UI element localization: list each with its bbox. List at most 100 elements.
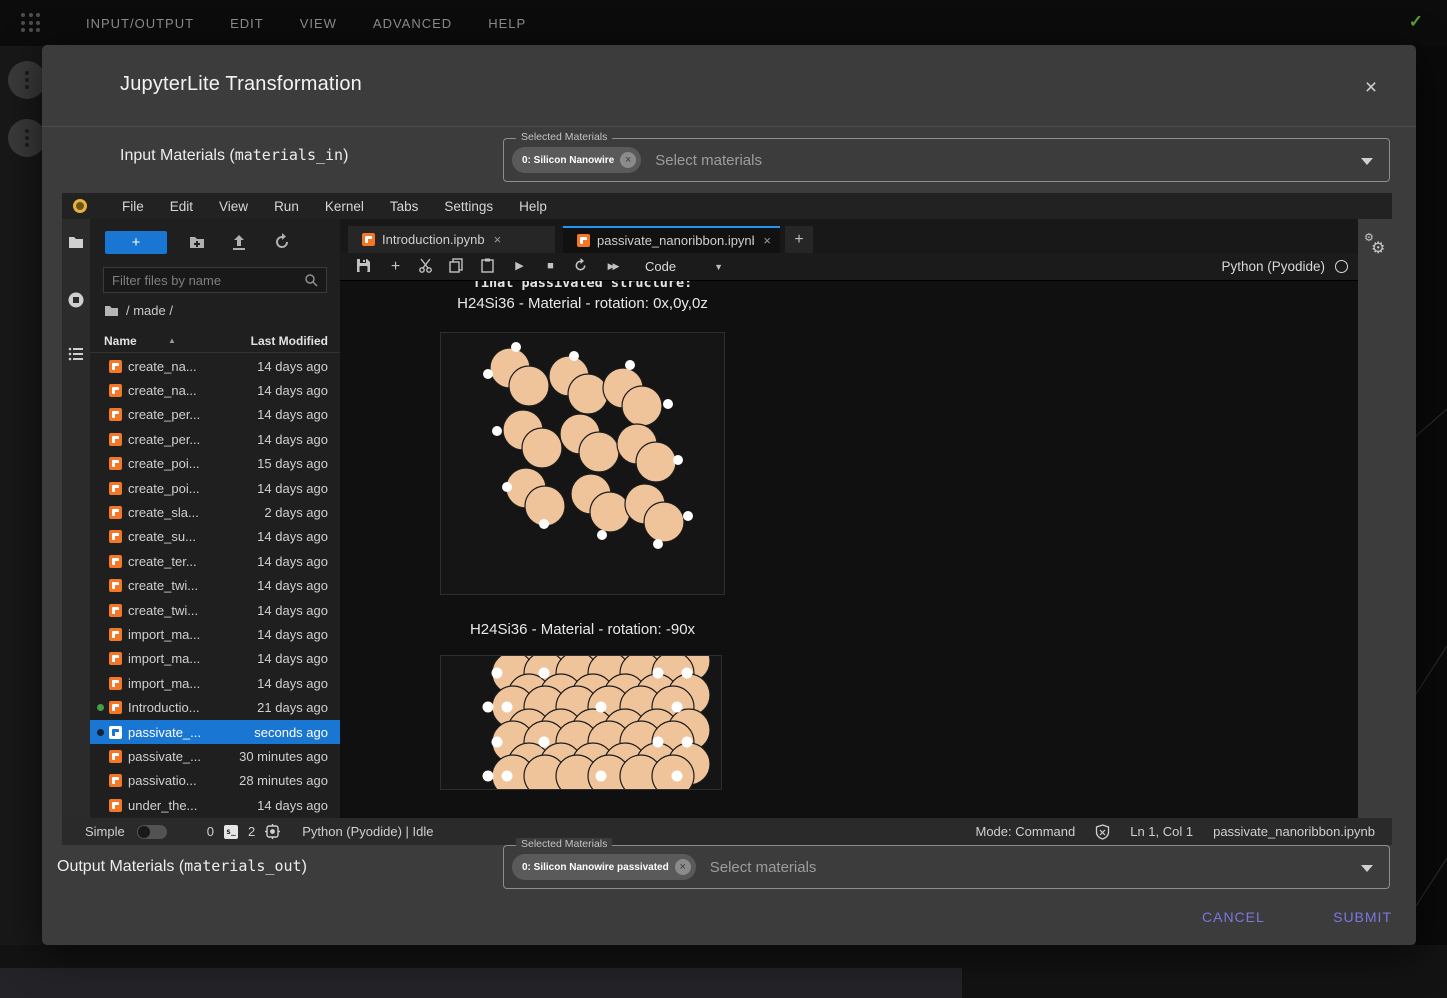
output-materials-select[interactable]: Selected Materials 0: Silicon Nanowire p…: [503, 845, 1390, 889]
column-name[interactable]: Name: [104, 334, 137, 348]
file-browser-icon[interactable]: [67, 233, 85, 251]
file-row[interactable]: create_per...14 days ago: [90, 427, 340, 451]
tab-close-icon[interactable]: ×: [494, 232, 502, 247]
stop-kernel-icon[interactable]: ■: [542, 258, 559, 275]
file-row[interactable]: import_ma...14 days ago: [90, 622, 340, 646]
notebook-pane: Introduction.ipynb× passivate_nanoribbon.…: [340, 219, 1358, 818]
jupyter-menu-item[interactable]: Settings: [431, 199, 506, 214]
new-tab-button[interactable]: +: [785, 226, 813, 253]
jupyter-menu-item[interactable]: View: [206, 199, 261, 214]
file-row[interactable]: create_twi...14 days ago: [90, 598, 340, 622]
file-row[interactable]: create_na...14 days ago: [90, 354, 340, 378]
notebook-file-icon: [109, 628, 122, 641]
file-modified: 14 days ago: [257, 578, 328, 593]
save-icon[interactable]: [356, 258, 373, 275]
file-row[interactable]: import_ma...14 days ago: [90, 671, 340, 695]
simple-mode-toggle[interactable]: [137, 825, 167, 839]
input-materials-select[interactable]: Selected Materials 0: Silicon Nanowire ×…: [503, 138, 1390, 182]
paste-cell-icon[interactable]: [480, 258, 497, 275]
file-dot: [97, 533, 104, 540]
kernel-name[interactable]: Python (Pyodide): [1221, 259, 1325, 274]
submit-button[interactable]: SUBMIT: [1323, 901, 1402, 933]
file-row[interactable]: under_the...14 days ago: [90, 793, 340, 817]
file-row[interactable]: create_sla...2 days ago: [90, 500, 340, 524]
file-dot: [97, 753, 104, 760]
file-modified: 14 days ago: [257, 798, 328, 813]
notebook-file-icon: [109, 579, 122, 592]
app-menu-item[interactable]: EDIT: [230, 16, 264, 31]
file-row[interactable]: passivatio...28 minutes ago: [90, 769, 340, 793]
notebook-tab[interactable]: Introduction.ipynb×: [348, 226, 555, 253]
file-row[interactable]: passivate_...seconds ago: [90, 720, 340, 744]
notebook-file-icon: [109, 726, 122, 739]
dropdown-caret-icon[interactable]: [1361, 158, 1373, 165]
file-row[interactable]: create_poi...14 days ago: [90, 476, 340, 500]
run-cell-icon[interactable]: ▶: [511, 258, 528, 275]
kernel-status-icon[interactable]: [1335, 260, 1348, 273]
filter-files-input[interactable]: Filter files by name: [103, 267, 327, 293]
file-row[interactable]: create_poi...15 days ago: [90, 452, 340, 476]
cell-type-select[interactable]: Code: [645, 259, 676, 274]
copy-cell-icon[interactable]: [449, 258, 466, 275]
dropdown-caret-icon[interactable]: [1361, 865, 1373, 872]
material-chip[interactable]: 0: Silicon Nanowire passivated ×: [512, 854, 696, 880]
cell-type-caret-icon[interactable]: ▼: [714, 262, 723, 272]
material-chip[interactable]: 0: Silicon Nanowire ×: [512, 147, 641, 173]
chip-remove-icon[interactable]: ×: [620, 152, 636, 168]
cancel-button[interactable]: CANCEL: [1192, 901, 1275, 933]
file-row[interactable]: import_ma...14 days ago: [90, 647, 340, 671]
jupyter-menu-item[interactable]: Kernel: [312, 199, 377, 214]
notebook-content[interactable]: final passivated structure: H24Si36 - Ma…: [340, 281, 1358, 818]
notebook-tab[interactable]: passivate_nanoribbon.ipynb×: [563, 226, 780, 253]
app-menu-item[interactable]: INPUT/OUTPUT: [86, 16, 194, 31]
background-3d-viewer-edge: [1416, 46, 1447, 998]
trust-shield-icon[interactable]: [1095, 824, 1110, 840]
jupyter-menu-item[interactable]: Tabs: [377, 199, 432, 214]
dialog-close-icon[interactable]: ×: [1358, 75, 1384, 101]
table-of-contents-icon[interactable]: [67, 345, 85, 363]
terminal-icon[interactable]: s_: [224, 825, 238, 839]
new-launcher-button[interactable]: +: [105, 231, 167, 254]
app-menu-item[interactable]: VIEW: [300, 16, 337, 31]
upload-icon[interactable]: [230, 233, 248, 251]
cursor-position[interactable]: Ln 1, Col 1: [1130, 824, 1193, 839]
file-name: import_ma...: [128, 676, 200, 691]
file-name: Introductio...: [128, 700, 200, 715]
jupyter-menu-item[interactable]: File: [109, 199, 157, 214]
file-row[interactable]: create_per...14 days ago: [90, 403, 340, 427]
app-menu-item[interactable]: ADVANCED: [373, 16, 452, 31]
run-all-icon[interactable]: ▶▶: [604, 258, 621, 275]
running-sessions-icon[interactable]: [67, 291, 85, 309]
column-last-modified[interactable]: Last Modified: [251, 334, 328, 348]
simple-mode-label: Simple: [85, 824, 125, 839]
refresh-icon[interactable]: [273, 233, 291, 251]
tab-close-icon[interactable]: ×: [763, 233, 771, 248]
file-row[interactable]: create_na...14 days ago: [90, 378, 340, 402]
breadcrumb[interactable]: / made /: [104, 303, 173, 318]
restart-kernel-icon[interactable]: [573, 258, 590, 275]
file-name: passivatio...: [128, 773, 197, 788]
jupyter-menu-item[interactable]: Edit: [157, 199, 206, 214]
input-materials-legend: Selected Materials: [516, 131, 612, 143]
file-row[interactable]: create_ter...14 days ago: [90, 549, 340, 573]
kernel-status-text: Python (Pyodide) | Idle: [302, 824, 433, 839]
file-row[interactable]: create_su...14 days ago: [90, 525, 340, 549]
file-row[interactable]: passivate_...30 minutes ago: [90, 744, 340, 768]
floating-menu-button[interactable]: [8, 61, 46, 99]
insert-cell-icon[interactable]: +: [387, 258, 404, 275]
kernel-sessions-icon[interactable]: [265, 824, 280, 839]
new-folder-icon[interactable]: [188, 233, 206, 251]
file-row[interactable]: Introductio...21 days ago: [90, 695, 340, 719]
command-mode-indicator[interactable]: Mode: Command: [976, 824, 1076, 839]
file-row[interactable]: create_twi...14 days ago: [90, 574, 340, 598]
kernel-count: 2: [248, 824, 255, 839]
jupyter-menu-item[interactable]: Run: [261, 199, 312, 214]
app-menu-item[interactable]: HELP: [488, 16, 526, 31]
chip-remove-icon[interactable]: ×: [675, 859, 691, 875]
app-grid-logo-icon[interactable]: [21, 13, 41, 33]
cut-cell-icon[interactable]: [418, 258, 435, 275]
jupyter-menu-item[interactable]: Help: [506, 199, 560, 214]
notebook-file-icon: [109, 701, 122, 714]
output-materials-legend: Selected Materials: [516, 838, 612, 850]
floating-menu-button[interactable]: [8, 119, 46, 157]
